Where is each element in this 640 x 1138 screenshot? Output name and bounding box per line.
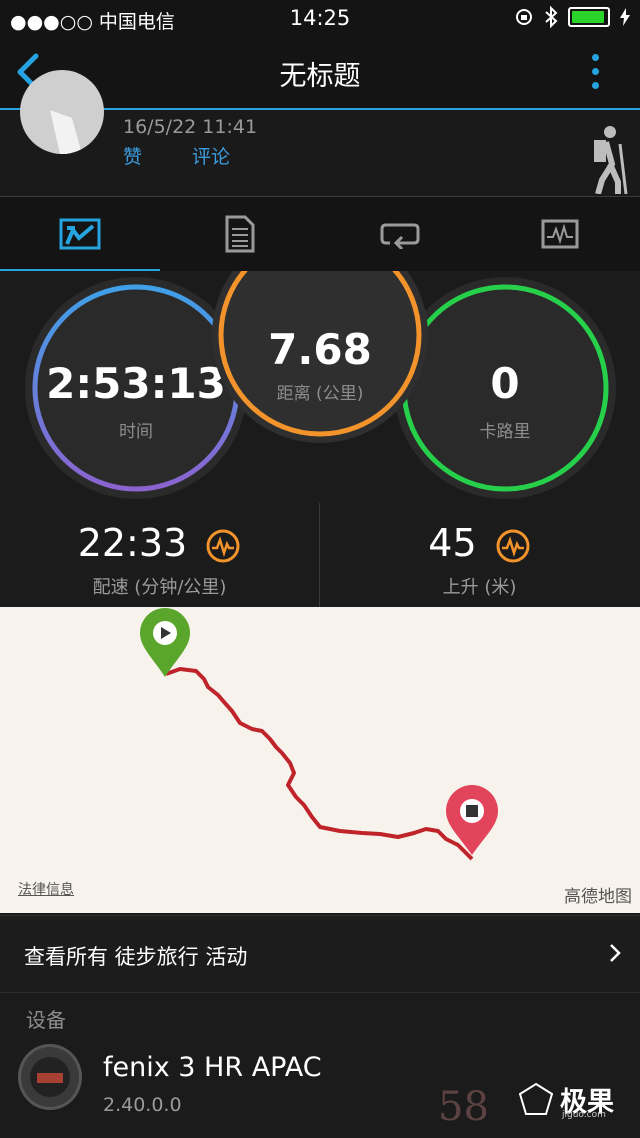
secondary-stats: 22:33 配速 (分钟/公里) 45 上升 (米) xyxy=(0,503,640,607)
tab-summary[interactable] xyxy=(0,197,160,272)
orientation-lock-icon xyxy=(516,9,532,25)
comment-link[interactable]: 评论 xyxy=(192,142,230,169)
tab-laps[interactable] xyxy=(320,197,480,271)
chart-icon xyxy=(541,219,579,249)
charging-icon xyxy=(620,8,630,26)
pace-label: 配速 (分钟/公里) xyxy=(92,577,227,598)
tab-charts[interactable] xyxy=(480,197,640,271)
view-all-activities[interactable]: 查看所有 徒步旅行 活动 xyxy=(0,915,640,993)
device-section-title: 设备 xyxy=(26,1008,66,1032)
hiking-icon xyxy=(594,126,628,194)
watch-icon xyxy=(18,1044,82,1110)
route-line xyxy=(165,667,474,861)
pace-value: 22:33 xyxy=(77,521,188,565)
route-map[interactable]: 法律信息 高德地图 xyxy=(0,607,640,913)
activity-tabs xyxy=(0,197,640,272)
activity-header: 16/5/22 11:41 赞 评论 xyxy=(0,70,640,197)
pace-row: 22:33 xyxy=(0,521,319,565)
summary-circles: 2:53:13 时间 0 卡路里 7.68 距离 (公里) xyxy=(0,271,640,504)
distance-label: 距离 (公里) xyxy=(276,384,364,404)
ascent-stat: 45 上升 (米) xyxy=(320,503,639,607)
battery-icon xyxy=(568,7,610,27)
activity-date: 16/5/22 11:41 xyxy=(123,116,258,138)
document-icon xyxy=(225,215,255,253)
status-bar: ●●●○○ 中国电信 14:25 xyxy=(0,0,640,36)
device-name[interactable]: fenix 3 HR APAC xyxy=(103,1052,322,1083)
watermark-site: jiguo.com xyxy=(562,1110,606,1120)
summary-icon xyxy=(59,218,101,250)
device-version: 2.40.0.0 xyxy=(103,1094,182,1116)
pace-chart-icon[interactable] xyxy=(205,528,241,564)
distance-value: 7.68 xyxy=(268,325,372,374)
ascent-label: 上升 (米) xyxy=(442,577,517,598)
map-legal-link[interactable]: 法律信息 xyxy=(18,879,74,899)
chevron-right-icon xyxy=(610,944,621,962)
tab-details[interactable] xyxy=(160,197,320,271)
watermark-number: 58 xyxy=(438,1084,489,1130)
like-link[interactable]: 赞 xyxy=(123,142,142,169)
ascent-chart-icon[interactable] xyxy=(495,528,531,564)
ascent-value: 45 xyxy=(428,521,477,565)
start-marker[interactable] xyxy=(140,608,190,677)
avatar[interactable] xyxy=(20,70,104,154)
watermark-logo-icon xyxy=(518,1082,554,1115)
distance-circle: 7.68 距离 (公里) xyxy=(212,271,428,443)
ascent-row: 45 xyxy=(320,521,639,565)
bluetooth-icon xyxy=(545,6,558,28)
map-provider-label: 高德地图 xyxy=(564,887,632,907)
view-all-label: 查看所有 徒步旅行 活动 xyxy=(24,945,248,969)
pace-stat: 22:33 配速 (分钟/公里) xyxy=(0,503,319,607)
laps-icon xyxy=(380,223,420,249)
route-layer xyxy=(140,608,498,861)
more-options-icon[interactable] xyxy=(592,50,600,94)
